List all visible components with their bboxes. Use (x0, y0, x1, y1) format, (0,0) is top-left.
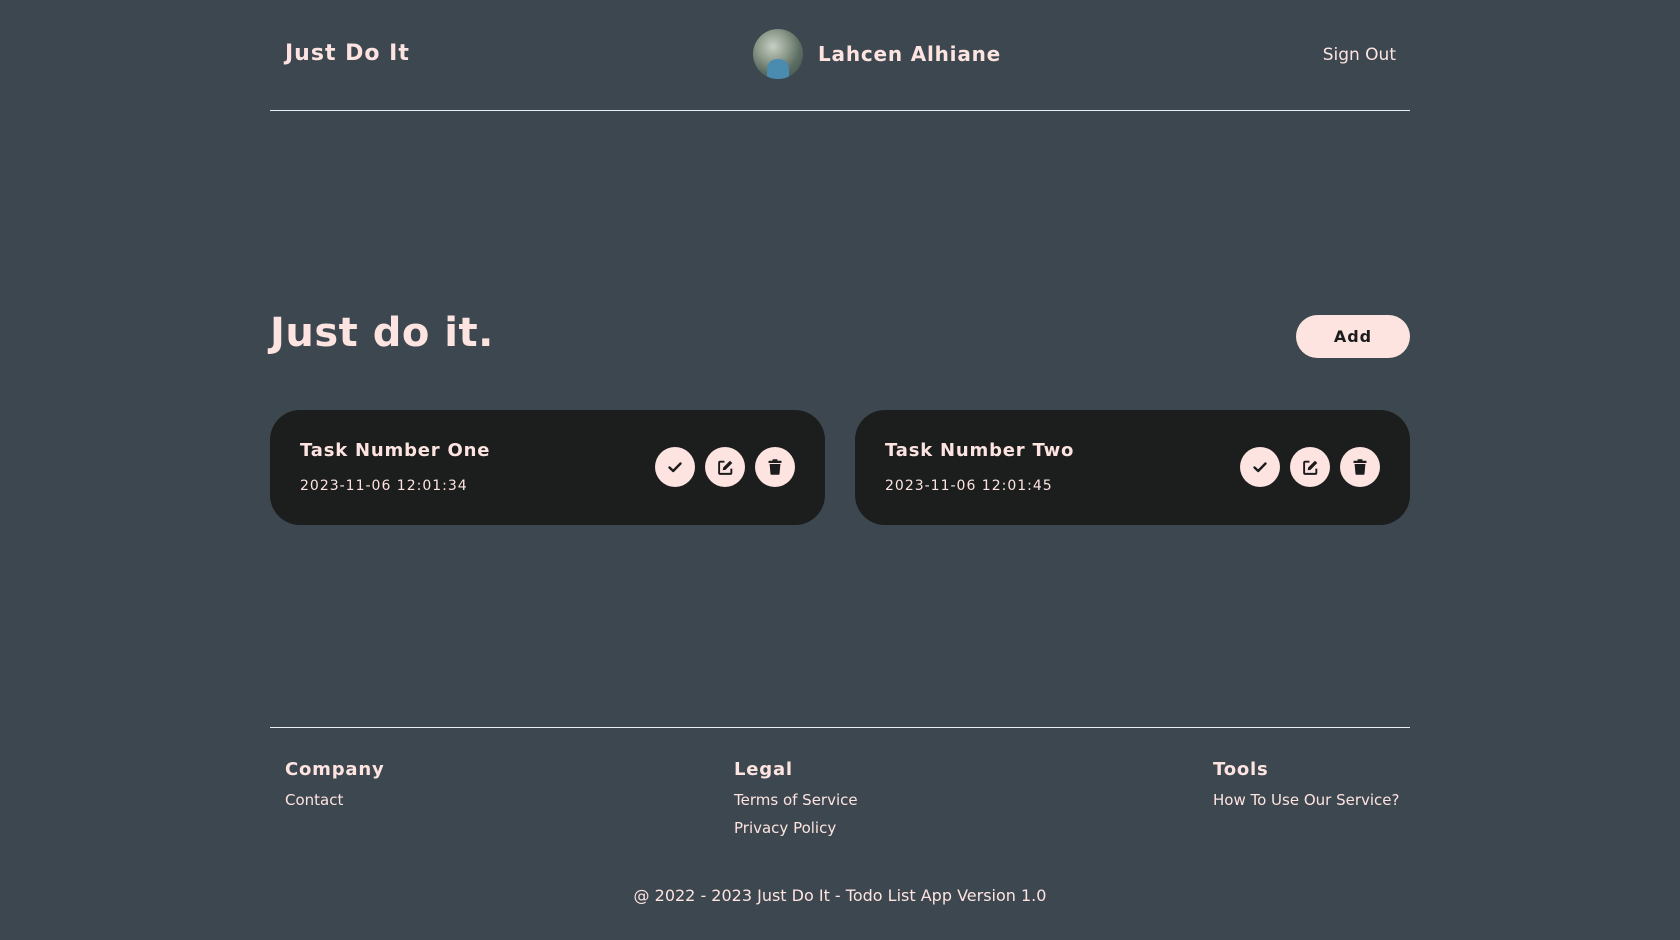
user-name: Lahcen Alhiane (818, 42, 1002, 66)
sign-out-link[interactable]: Sign Out (1323, 45, 1396, 65)
footer-heading: Company (285, 759, 385, 780)
complete-task-button[interactable] (655, 447, 695, 487)
footer-link-terms[interactable]: Terms of Service (734, 791, 858, 809)
footer-heading: Tools (1213, 759, 1269, 780)
avatar[interactable] (753, 29, 803, 79)
footer-column-tools: Tools How To Use Our Service? (1213, 759, 1400, 819)
copyright-text: @ 2022 - 2023 Just Do It - Todo List App… (633, 886, 1047, 905)
task-card: Task Number One 2023-11-06 12:01:34 (270, 410, 825, 525)
check-icon (667, 459, 683, 475)
complete-task-button[interactable] (1240, 447, 1280, 487)
check-icon (1252, 459, 1268, 475)
footer-link-contact[interactable]: Contact (285, 791, 385, 809)
task-card: Task Number Two 2023-11-06 12:01:45 (855, 410, 1410, 525)
footer: Company Contact Legal Terms of Service P… (270, 727, 1410, 940)
task-actions (655, 447, 795, 487)
user-profile[interactable]: Lahcen Alhiane (753, 29, 1001, 79)
edit-icon (717, 459, 734, 476)
edit-icon (1302, 459, 1319, 476)
delete-task-button[interactable] (1340, 447, 1380, 487)
footer-heading: Legal (734, 759, 793, 780)
task-title: Task Number One (300, 440, 491, 461)
footer-column-legal: Legal Terms of Service Privacy Policy (734, 759, 858, 847)
footer-link-how-to[interactable]: How To Use Our Service? (1213, 791, 1400, 809)
edit-task-button[interactable] (705, 447, 745, 487)
footer-link-privacy[interactable]: Privacy Policy (734, 819, 858, 837)
page-title: Just do it. (270, 310, 494, 356)
edit-task-button[interactable] (1290, 447, 1330, 487)
task-date: 2023-11-06 12:01:34 (300, 478, 468, 494)
delete-task-button[interactable] (755, 447, 795, 487)
brand-logo[interactable]: Just Do It (285, 41, 410, 66)
trash-icon (768, 459, 782, 475)
task-title: Task Number Two (885, 440, 1075, 461)
footer-column-company: Company Contact (285, 759, 385, 819)
task-actions (1240, 447, 1380, 487)
header: Just Do It Lahcen Alhiane Sign Out (270, 0, 1410, 111)
task-list: Task Number One 2023-11-06 12:01:34 Task… (270, 410, 1410, 525)
task-date: 2023-11-06 12:01:45 (885, 478, 1053, 494)
add-task-button[interactable]: Add (1296, 315, 1410, 358)
trash-icon (1353, 459, 1367, 475)
